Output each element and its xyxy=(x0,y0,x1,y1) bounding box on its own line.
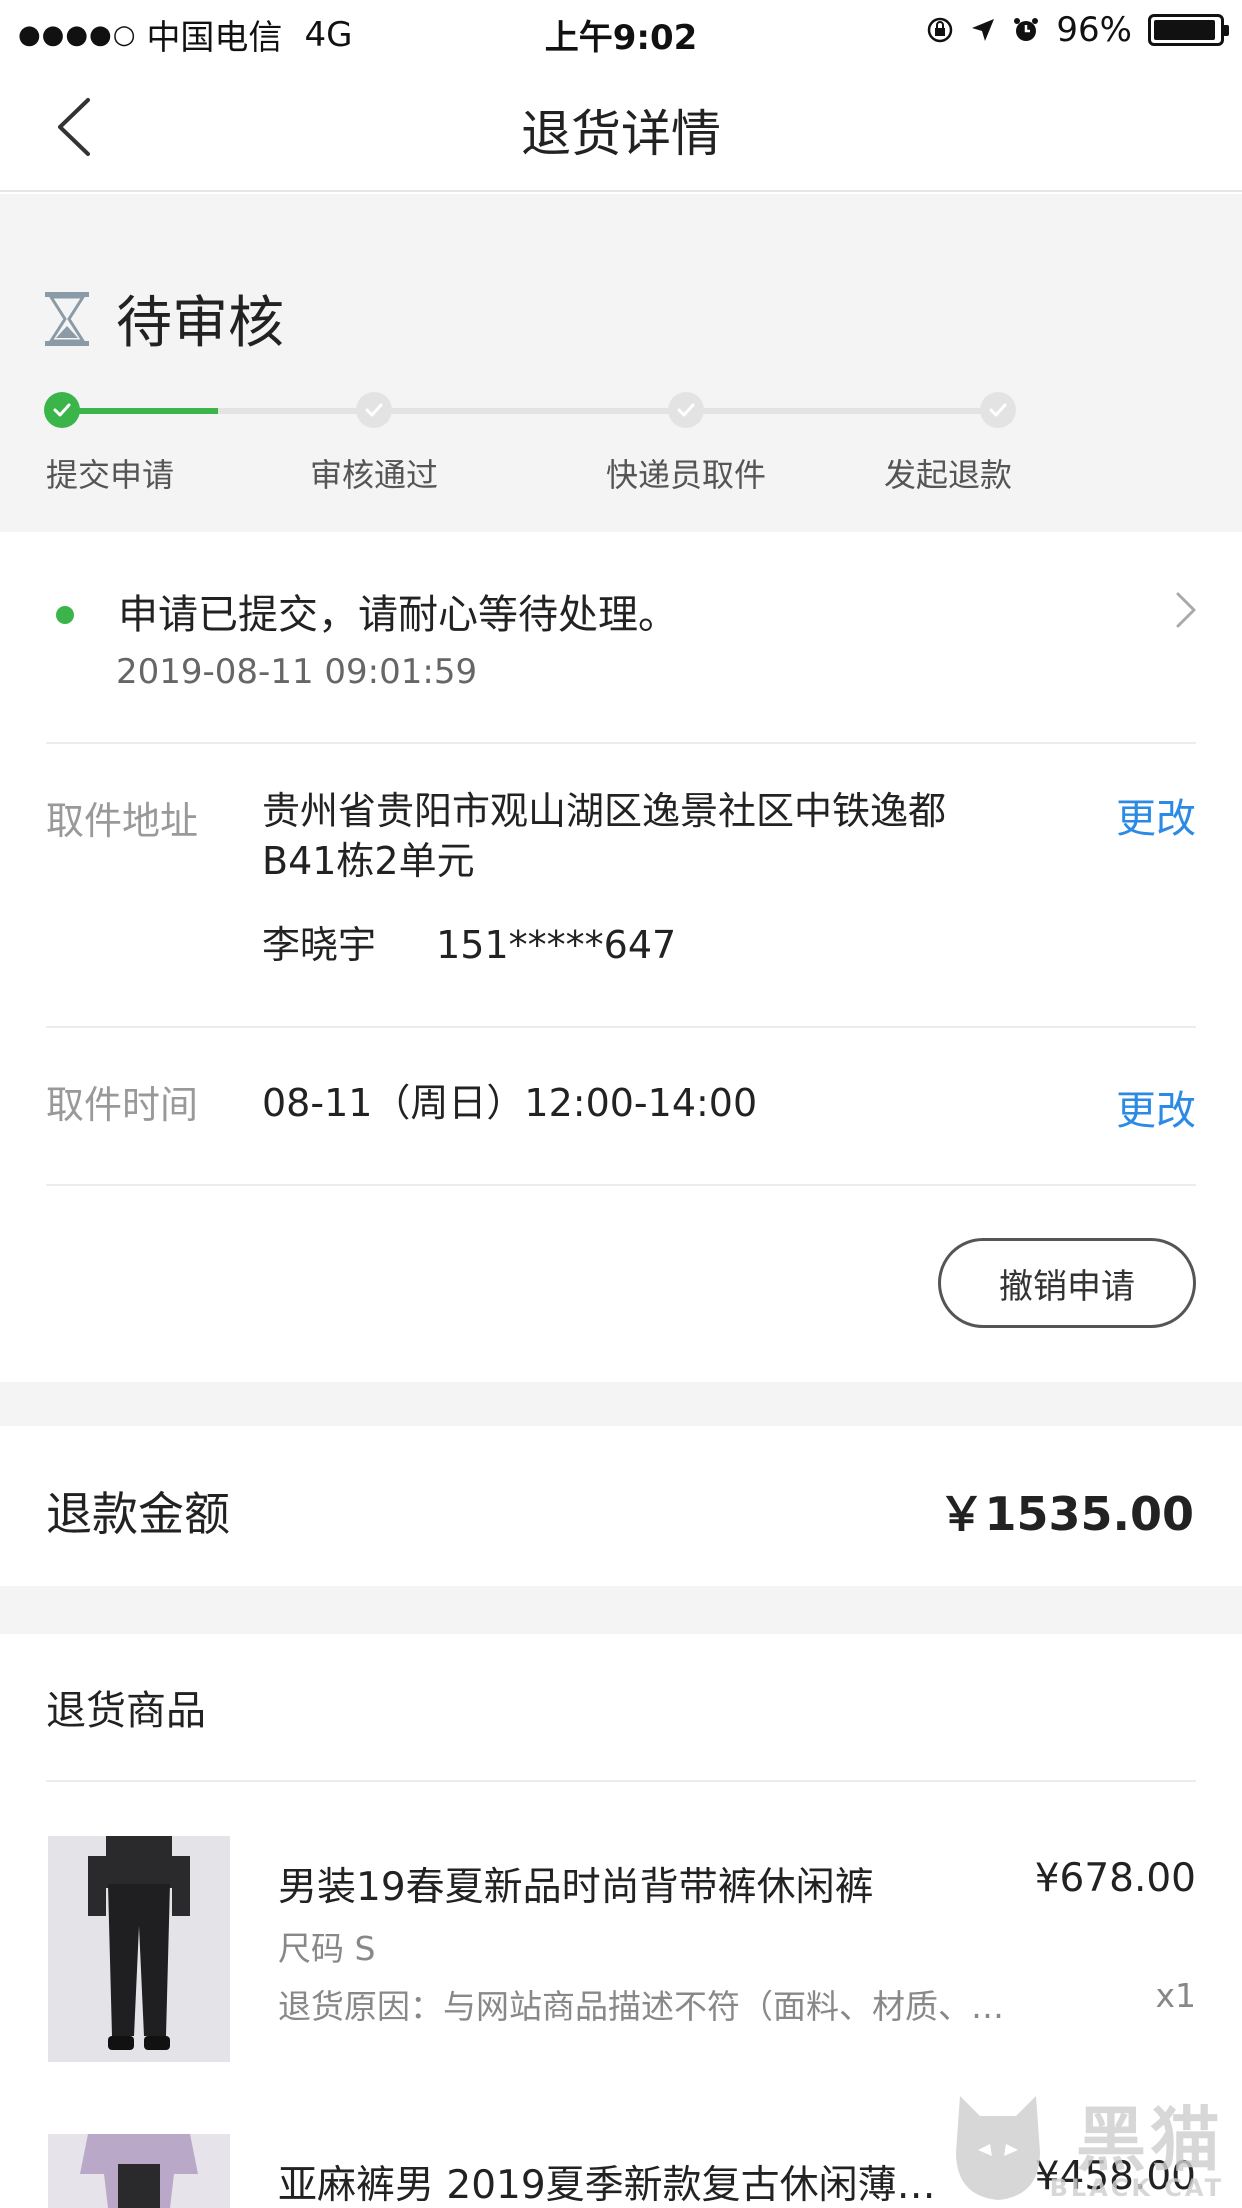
pickup-address-line1: 贵州省贵阳市观山湖区逸景社区中铁逸都 xyxy=(262,789,947,833)
return-info-card: 申请已提交，请耐心等待处理。 2019-08-11 09:01:59 取件地址 … xyxy=(0,532,1242,1382)
pickup-time-label: 取件时间 xyxy=(46,1083,199,1127)
progress-log-row[interactable]: 申请已提交，请耐心等待处理。 2019-08-11 09:01:59 xyxy=(0,532,1242,742)
steps-track xyxy=(62,408,998,414)
watermark-cn-text: 黑猫 xyxy=(1076,2099,1224,2181)
page-title: 退货详情 xyxy=(521,105,721,163)
orientation-lock-icon xyxy=(928,17,953,43)
hourglass-icon xyxy=(45,291,89,346)
nav-bar: 退货详情 xyxy=(0,62,1242,192)
step-3-check-icon xyxy=(668,392,704,428)
battery-icon xyxy=(1148,14,1229,46)
divider xyxy=(46,1026,1196,1028)
list-item[interactable]: 男装19春夏新品时尚背带裤休闲裤 ¥678.00 尺码 S 退货原因：与网站商品… xyxy=(0,1836,1242,2076)
step-2-check-icon xyxy=(356,392,392,428)
review-status-section: 待审核 提交申请 审核通过 快递员取件 发起退款 xyxy=(0,194,1242,532)
pickup-address-line2: B41栋2单元 xyxy=(262,839,475,883)
refund-amount-label: 退款金额 xyxy=(46,1487,230,1541)
product-title: 男装19春夏新品时尚背带裤休闲裤 xyxy=(278,1865,874,1910)
black-cat-logo-icon xyxy=(956,2096,1040,2200)
pickup-contact: 李晓宇 151*****647 xyxy=(262,920,676,970)
watermark-en-text: BLACK CAT xyxy=(1049,2174,1224,2202)
location-arrow-icon xyxy=(972,19,995,41)
product-size: 尺码 S xyxy=(278,1929,376,1968)
refund-amount-row: 退款金额 ￥1535.00 xyxy=(0,1426,1242,1586)
step-label: 提交申请 xyxy=(46,456,175,494)
return-reason: 退货原因：与网站商品描述不符（面料、材质、… xyxy=(278,1987,1004,2026)
step-label: 审核通过 xyxy=(310,456,439,494)
contact-name: 李晓宇 xyxy=(262,923,377,967)
contact-phone: 151*****647 xyxy=(436,923,677,967)
product-title: 亚麻裤男 2019夏季新款复古休闲薄… xyxy=(278,2163,936,2208)
chevron-right-icon xyxy=(1176,592,1196,628)
status-dot-icon xyxy=(56,606,74,624)
divider xyxy=(46,1184,1196,1186)
product-price: ¥678.00 xyxy=(1034,1856,1196,1901)
steps-progress-fill xyxy=(62,408,218,414)
product-thumbnail xyxy=(48,2134,230,2208)
step-4-check-icon xyxy=(980,392,1016,428)
returned-goods-section: 退货商品 男装19春夏新品时尚背带裤休闲裤 ¥678.00 尺码 S 退货原因：… xyxy=(0,1634,1242,2208)
step-label: 发起退款 xyxy=(884,456,1013,494)
pickup-time-value: 08-11（周日）12:00-14:00 xyxy=(262,1081,758,1125)
divider xyxy=(46,1780,1196,1782)
product-thumbnail xyxy=(48,1836,230,2062)
pickup-address-label: 取件地址 xyxy=(46,799,199,843)
battery-percent: 96% xyxy=(1056,10,1132,50)
status-bar: ●●●●○ 中国电信 4G 上午9:02 96% xyxy=(0,0,1242,62)
product-quantity: x1 xyxy=(1155,1976,1196,2015)
section-gap xyxy=(0,1586,1242,1634)
section-gap xyxy=(0,1382,1242,1426)
cancel-request-button[interactable]: 撤销申请 xyxy=(938,1238,1196,1328)
refund-amount-value: ￥1535.00 xyxy=(938,1487,1194,1541)
step-label: 快递员取件 xyxy=(606,456,767,494)
change-address-link[interactable]: 更改 xyxy=(1116,786,1196,844)
divider xyxy=(46,742,1196,744)
change-time-link[interactable]: 更改 xyxy=(1116,1078,1196,1136)
returned-goods-heading: 退货商品 xyxy=(46,1688,206,1734)
progress-timestamp: 2019-08-11 09:01:59 xyxy=(116,652,478,692)
progress-message: 申请已提交，请耐心等待处理。 xyxy=(118,592,678,638)
black-cat-watermark: 黑猫 BLACK CAT xyxy=(944,2084,1234,2204)
alarm-icon xyxy=(1014,18,1039,41)
review-status-label: 待审核 xyxy=(116,291,284,356)
step-1-check-icon xyxy=(44,392,80,428)
